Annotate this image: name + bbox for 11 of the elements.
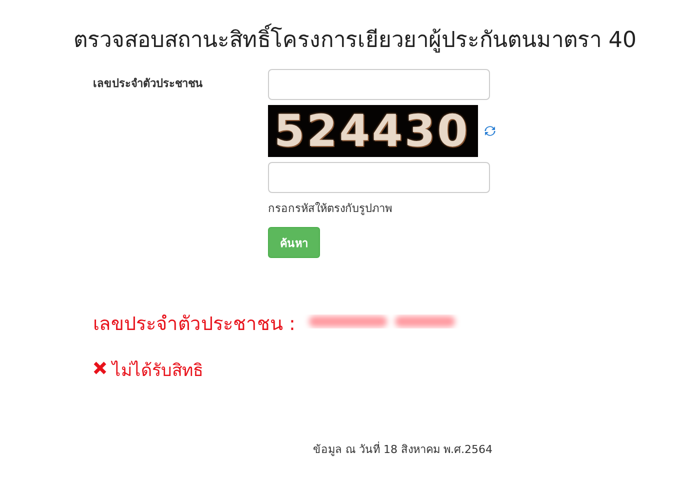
page-title: ตรวจสอบสถานะสิทธิ์โครงการเยียวยาผู้ประกันตนมาตรา 40 xyxy=(0,22,700,57)
id-label: เลขประจำตัวประชาชน xyxy=(93,76,204,92)
id-input[interactable] xyxy=(268,69,490,100)
refresh-icon[interactable] xyxy=(484,125,496,137)
data-date-note: ข้อมูล ณ วันที่ 18 สิงหาคม พ.ศ.2564 xyxy=(313,440,494,458)
result-id-label: เลขประจำตัวประชาชน : xyxy=(93,312,296,337)
captcha-hint: กรอกรหัสให้ตรงกับรูปภาพ xyxy=(268,201,392,217)
captcha-input[interactable] xyxy=(268,162,490,193)
status-text: ไม่ได้รับสิทธิ xyxy=(112,360,203,383)
captcha-image: 524430 xyxy=(268,105,478,157)
search-button[interactable]: ค้นหา xyxy=(268,227,320,258)
